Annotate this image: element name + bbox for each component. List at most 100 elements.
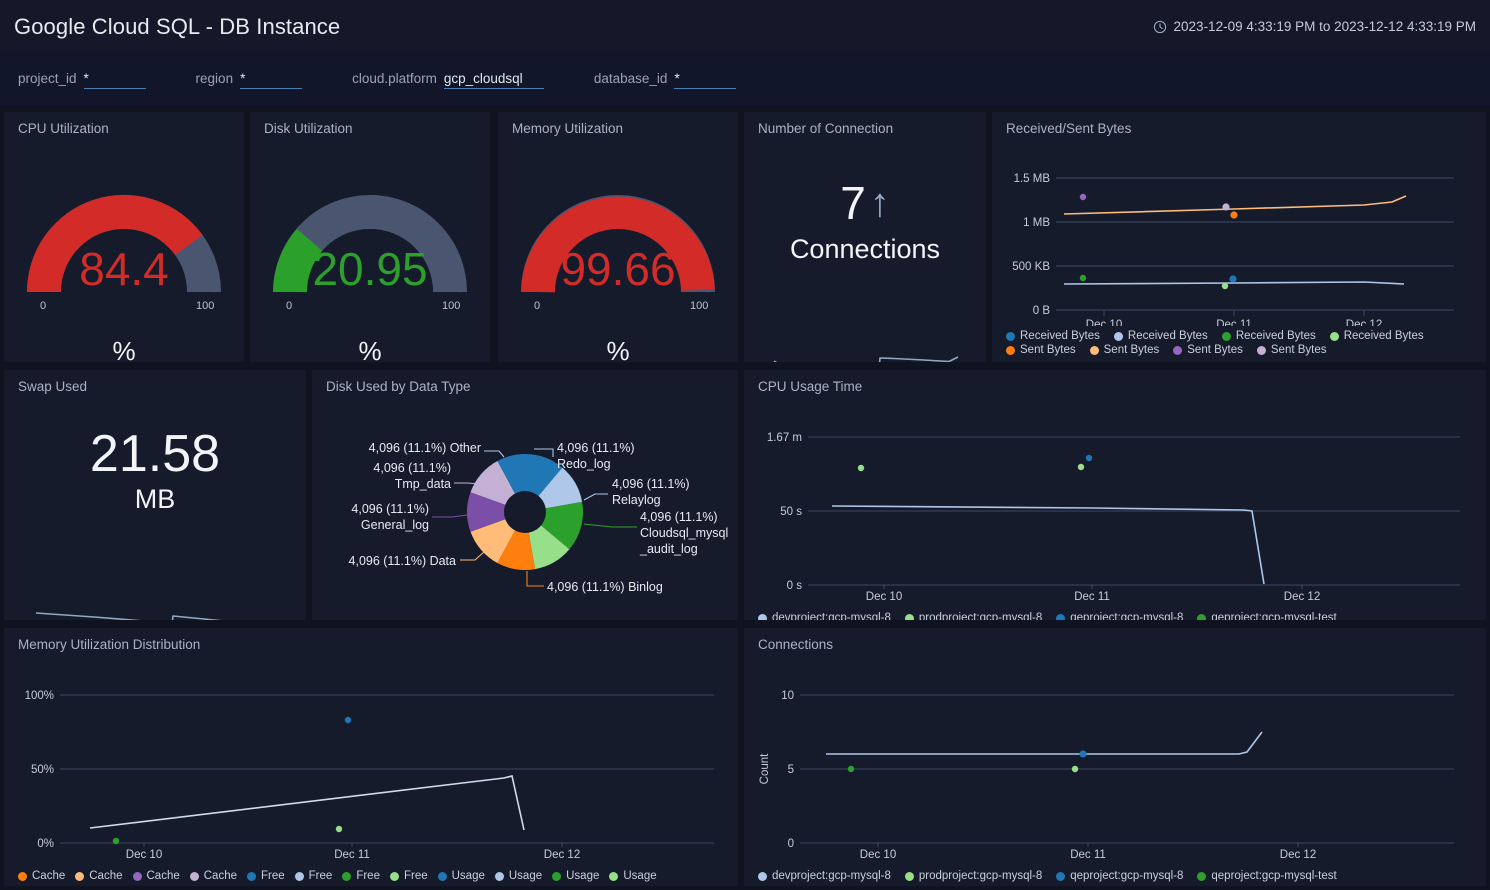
pie-label-other: 4,096 (11.1%) Other (369, 441, 481, 455)
panel-body-disk-used-by-data-type: 4,096 (11.1%) Redo_log 4,096 (11.1%) Rel… (312, 394, 738, 620)
variable-database-id-value[interactable]: * (674, 71, 737, 89)
legend-label: Sent Bytes (1187, 344, 1243, 356)
panel-disk-used-by-data-type[interactable]: Disk Used by Data Type 4,096 (11.1%) Red… (312, 370, 738, 620)
chart-connections: Count 10 5 0 (759, 690, 1454, 847)
xtick-dec12: Dec 12 (1346, 319, 1382, 326)
series-line-devproject (826, 731, 1263, 755)
legend-item[interactable]: qeproject:gcp-mysql-8 (1056, 870, 1183, 882)
legend-item[interactable]: Cache (132, 870, 180, 882)
legend-color-dot (189, 871, 199, 881)
panel-title-connections: Connections (758, 637, 834, 652)
legend-item[interactable]: Usage (494, 870, 542, 882)
pie-leader-other (484, 450, 505, 458)
legend-item[interactable]: devproject:gcp-mysql-8 (758, 870, 891, 882)
legend-item[interactable]: qeproject:gcp-mysql-8 (1056, 612, 1183, 620)
time-range-picker[interactable]: 2023-12-09 4:33:19 PM to 2023-12-12 4:33… (1153, 19, 1476, 34)
panel-body-number-of-connection: 7 ↑ Connections (744, 178, 986, 362)
gauge-memory-value: 99.66 (560, 243, 676, 295)
stat-connection-value: 7 (840, 177, 866, 229)
legend-color-dot (1006, 331, 1015, 341)
variable-region[interactable]: region * (196, 71, 303, 89)
pie-label-redo-log-l2: Redo_log (557, 457, 611, 471)
panel-body-cpu-usage-time: 1.67 m 50 s 0 s Dec 10 Dec 11 Dec 12 dev… (744, 394, 1486, 620)
legend-color-dot (758, 871, 767, 881)
variable-database-id[interactable]: database_id * (594, 71, 737, 89)
chart-memory-distribution: 100% 50% 0% (25, 690, 714, 847)
legend-item[interactable]: Usage (609, 870, 657, 882)
legend-item[interactable]: Cache (189, 870, 237, 882)
legend-color-dot (1197, 613, 1207, 620)
variable-cloud-platform[interactable]: cloud.platform gcp_cloudsql (352, 71, 544, 89)
legend-item[interactable]: Received Bytes (1329, 330, 1424, 342)
legend-item[interactable]: Sent Bytes (1173, 344, 1243, 356)
legend-item[interactable]: prodproject:gcp-mysql-8 (904, 870, 1043, 882)
xtick-dec12: Dec 12 (1284, 591, 1320, 603)
variable-project-id-value[interactable]: * (83, 71, 146, 89)
variable-project-id[interactable]: project_id * (18, 71, 146, 89)
legend-item[interactable]: Free (294, 870, 332, 882)
variable-region-value[interactable]: * (240, 71, 303, 89)
panel-memory-utilization-distribution[interactable]: Memory Utilization Distribution 100% 50%… (4, 628, 738, 886)
xtick-dec11: Dec 11 (1216, 319, 1252, 326)
legend-item[interactable]: Cache (18, 870, 65, 882)
panel-disk-utilization[interactable]: Disk Utilization 20.95 0 100 % (250, 112, 490, 362)
legend-item[interactable]: Usage (552, 870, 599, 882)
panel-cpu-utilization[interactable]: CPU Utilization 84.4 0 100 % (4, 112, 244, 362)
legend-item[interactable]: prodproject:gcp-mysql-8 (904, 612, 1043, 620)
legend-label: prodproject:gcp-mysql-8 (918, 612, 1043, 620)
pie-label-relaylog-l2: Relaylog (612, 493, 661, 507)
legend-memory-distribution: Cache Cache Cache Cache Free Free Free F… (4, 868, 738, 882)
ytick-500kb: 500 KB (1012, 261, 1050, 273)
legend-label: Usage (623, 870, 657, 882)
legend-item[interactable]: devproject:gcp-mysql-8 (758, 612, 891, 620)
legend-item[interactable]: Free (389, 870, 428, 882)
legend-item[interactable]: Received Bytes (1113, 330, 1208, 342)
xtick-dec11: Dec 11 (1070, 849, 1106, 861)
panel-number-of-connection[interactable]: Number of Connection 7 ↑ Connections (744, 112, 986, 362)
panel-body-disk-utilization: 20.95 0 100 % (250, 142, 490, 362)
legend-item[interactable]: Free (247, 870, 285, 882)
panel-cpu-usage-time[interactable]: CPU Usage Time 1.67 m 50 s 0 s Dec 10 De… (744, 370, 1486, 620)
legend-color-dot (609, 871, 619, 881)
stat-connection-row: 7 ↑ (744, 178, 986, 228)
legend-cpu-usage-time: devproject:gcp-mysql-8 prodproject:gcp-m… (744, 610, 1486, 620)
panel-memory-utilization[interactable]: Memory Utilization 99.66 0 100 % (498, 112, 738, 362)
panel-connections[interactable]: Connections Count 10 5 0 Dec 10 Dec 11 D… (744, 628, 1486, 886)
variable-cloud-platform-value[interactable]: gcp_cloudsql (443, 71, 544, 89)
legend-color-dot (437, 871, 447, 881)
legend-label: prodproject:gcp-mysql-8 (918, 870, 1043, 882)
legend-label: Received Bytes (1343, 330, 1424, 342)
legend-item[interactable]: Cache (75, 870, 123, 882)
legend-label: Cache (89, 870, 123, 882)
panel-body-memory-utilization: 99.66 0 100 % (498, 142, 738, 362)
xtick-dec12: Dec 12 (1280, 849, 1316, 861)
template-variables-bar: project_id * region * cloud.platform gcp… (0, 53, 1490, 106)
pie-leader-data (460, 551, 485, 561)
legend-item[interactable]: Sent Bytes (1256, 344, 1327, 356)
legend-item[interactable]: Received Bytes (1221, 330, 1316, 342)
legend-item[interactable]: qeproject:gcp-mysql-test (1197, 870, 1337, 882)
legend-received-sent-bytes: Received Bytes Received Bytes Received B… (992, 328, 1486, 356)
legend-item[interactable]: Received Bytes (1006, 330, 1100, 342)
legend-item[interactable]: qeproject:gcp-mysql-test (1197, 612, 1337, 620)
legend-label: Cache (32, 870, 66, 882)
panel-swap-used[interactable]: Swap Used 21.58 MB (4, 370, 306, 620)
legend-item[interactable]: Usage (437, 870, 485, 882)
xtick-dec10: Dec 10 (1086, 319, 1122, 326)
gauge-disk-utilization: 20.95 0 100 (250, 142, 490, 332)
legend-label: devproject:gcp-mysql-8 (772, 870, 891, 882)
variable-cloud-platform-label: cloud.platform (352, 70, 437, 86)
panel-title-swap-used: Swap Used (18, 379, 88, 394)
panel-received-sent-bytes[interactable]: Received/Sent Bytes 1.5 MB 1 MB 500 KB 0… (992, 112, 1486, 362)
legend-label: qeproject:gcp-mysql-8 (1070, 870, 1184, 882)
legend-color-dot (1006, 345, 1015, 355)
legend-color-dot (1089, 345, 1099, 355)
legend-item[interactable]: Sent Bytes (1089, 344, 1159, 356)
legend-label: Usage (566, 870, 600, 882)
legend-item[interactable]: Sent Bytes (1006, 344, 1076, 356)
gauge-disk-unit: % (358, 336, 382, 362)
ytick-0pct: 0% (37, 838, 54, 847)
chart-memory-distribution-xaxis: Dec 10 Dec 11 Dec 12 (126, 849, 580, 861)
legend-color-dot (1197, 871, 1207, 881)
legend-item[interactable]: Free (342, 870, 380, 882)
